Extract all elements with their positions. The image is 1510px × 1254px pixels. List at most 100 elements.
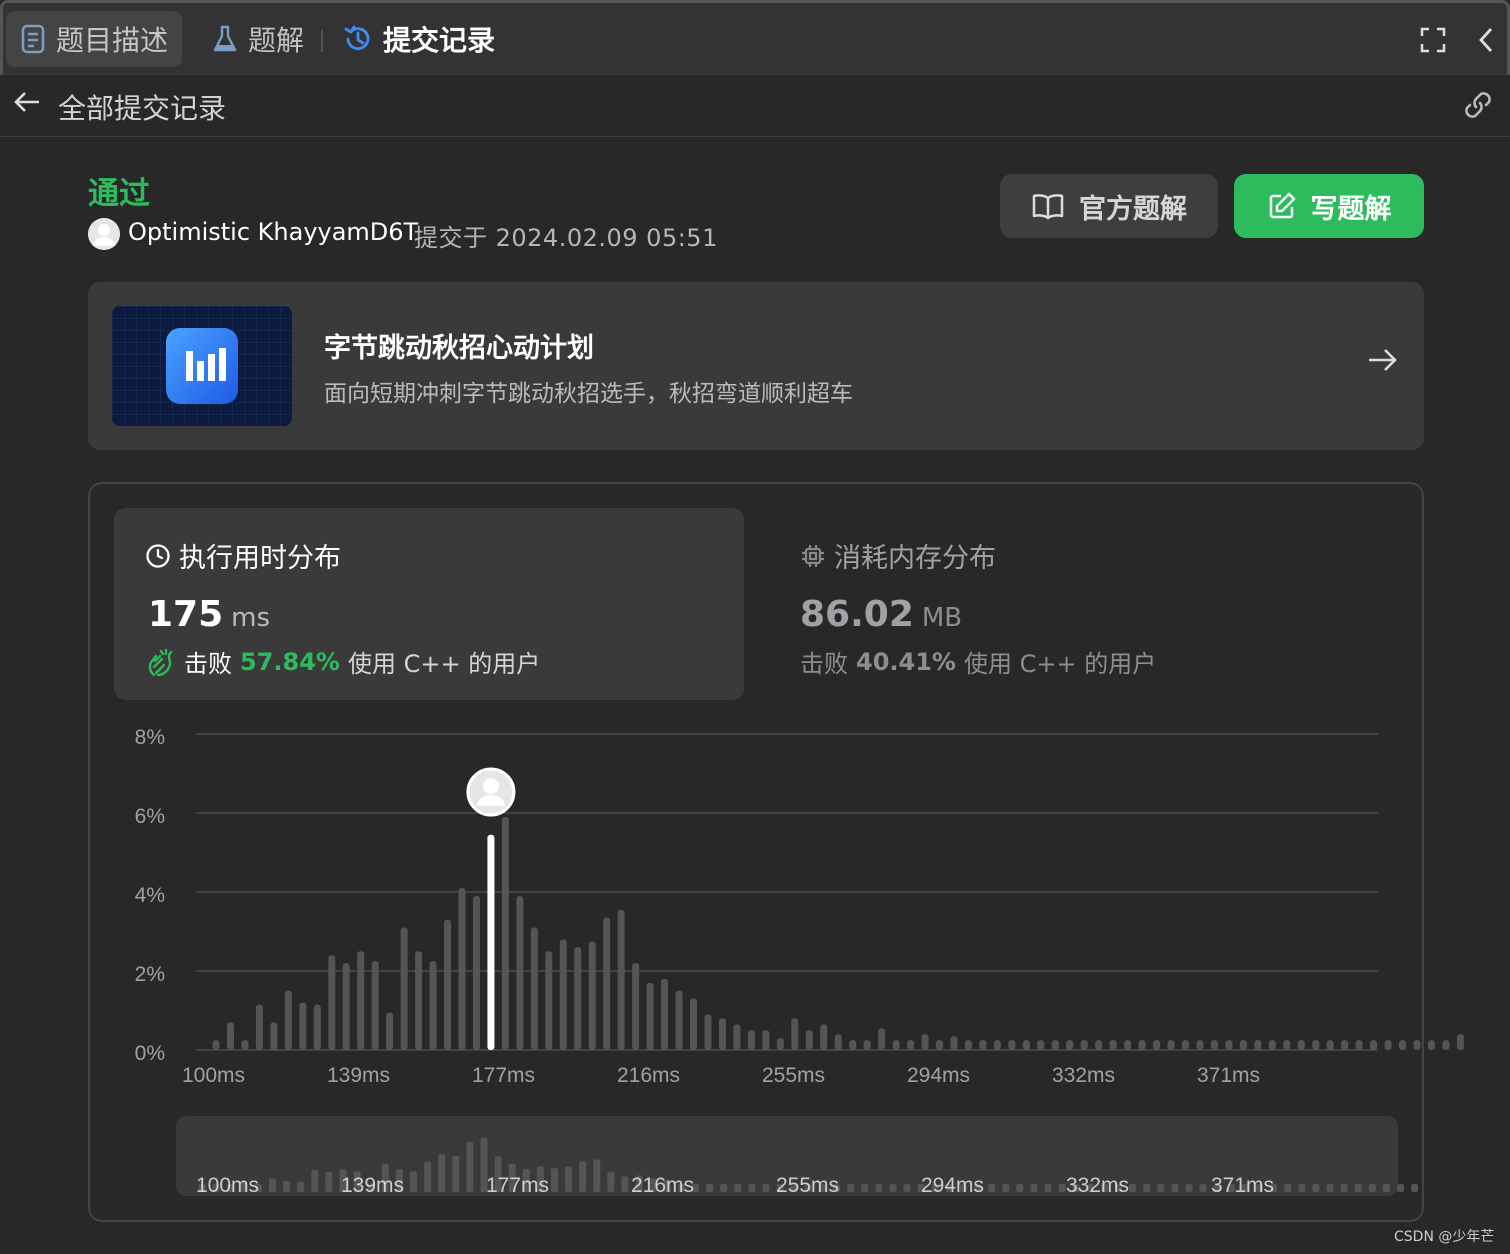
- bar[interactable]: [1399, 1040, 1407, 1050]
- overview-bar: [1129, 1184, 1137, 1192]
- x-tick-label: 332ms: [1052, 1064, 1115, 1087]
- bar[interactable]: [255, 1004, 263, 1050]
- overview-bar: [1157, 1184, 1165, 1192]
- bar[interactable]: [733, 1024, 741, 1050]
- bar[interactable]: [820, 1024, 828, 1050]
- bar[interactable]: [371, 961, 379, 1050]
- bar[interactable]: [400, 927, 408, 1050]
- bar[interactable]: [1080, 1040, 1088, 1050]
- bar[interactable]: [1066, 1040, 1074, 1050]
- bar[interactable]: [1095, 1040, 1103, 1050]
- bar[interactable]: [1037, 1040, 1045, 1050]
- selected-bar[interactable]: [487, 834, 495, 1050]
- bar[interactable]: [328, 955, 336, 1050]
- bar[interactable]: [1355, 1040, 1363, 1050]
- bar[interactable]: [747, 1030, 755, 1050]
- bar[interactable]: [646, 982, 654, 1050]
- overview-bar: [1058, 1184, 1066, 1192]
- bar[interactable]: [1138, 1040, 1146, 1050]
- bar[interactable]: [1283, 1040, 1291, 1050]
- bar[interactable]: [950, 1036, 958, 1050]
- bar[interactable]: [1153, 1040, 1161, 1050]
- bar[interactable]: [530, 927, 538, 1050]
- bar[interactable]: [1196, 1040, 1204, 1050]
- watermark: CSDN @少年芒: [1394, 1229, 1495, 1245]
- bar[interactable]: [313, 1004, 321, 1050]
- bar[interactable]: [241, 1040, 249, 1050]
- bar[interactable]: [299, 1002, 307, 1050]
- bar[interactable]: [1268, 1040, 1276, 1050]
- bar[interactable]: [993, 1040, 1001, 1050]
- x-tick-label: 139ms: [327, 1064, 390, 1087]
- bar[interactable]: [284, 990, 292, 1050]
- bar[interactable]: [574, 947, 582, 1050]
- bar[interactable]: [791, 1018, 799, 1050]
- bar[interactable]: [690, 998, 698, 1050]
- bar[interactable]: [1008, 1040, 1016, 1050]
- bar[interactable]: [762, 1030, 770, 1050]
- bar[interactable]: [603, 917, 611, 1050]
- bar[interactable]: [501, 816, 509, 1050]
- bar[interactable]: [1413, 1040, 1421, 1050]
- bar[interactable]: [1210, 1040, 1218, 1050]
- overview-bar: [1411, 1184, 1419, 1192]
- bar[interactable]: [1254, 1040, 1262, 1050]
- bar[interactable]: [559, 939, 567, 1050]
- bar[interactable]: [849, 1040, 857, 1050]
- bar[interactable]: [892, 1040, 900, 1050]
- bar[interactable]: [212, 1040, 220, 1050]
- bar[interactable]: [776, 1038, 784, 1050]
- bar[interactable]: [545, 951, 553, 1050]
- bar[interactable]: [1167, 1040, 1175, 1050]
- bar[interactable]: [342, 963, 350, 1050]
- bar[interactable]: [805, 1030, 813, 1050]
- bar[interactable]: [1370, 1040, 1378, 1050]
- bar[interactable]: [1297, 1040, 1305, 1050]
- bar[interactable]: [1384, 1040, 1392, 1050]
- bar[interactable]: [1109, 1040, 1117, 1050]
- bar[interactable]: [1181, 1040, 1189, 1050]
- y-tick-label: 2%: [135, 963, 165, 986]
- bar[interactable]: [415, 951, 423, 1050]
- bar[interactable]: [1312, 1040, 1320, 1050]
- bar[interactable]: [936, 1040, 943, 1050]
- overview-bar: [847, 1184, 855, 1192]
- bar[interactable]: [1239, 1040, 1247, 1050]
- bar[interactable]: [226, 1022, 234, 1050]
- bar[interactable]: [1124, 1040, 1132, 1050]
- bar[interactable]: [1225, 1040, 1233, 1050]
- overview-bar: [1397, 1184, 1404, 1192]
- bar[interactable]: [1022, 1040, 1030, 1050]
- bar[interactable]: [921, 1034, 929, 1050]
- bar[interactable]: [907, 1040, 915, 1050]
- bar[interactable]: [1456, 1034, 1464, 1050]
- bar[interactable]: [863, 1040, 871, 1050]
- bar[interactable]: [516, 895, 524, 1050]
- bar[interactable]: [472, 895, 480, 1050]
- bar[interactable]: [429, 961, 437, 1050]
- bar[interactable]: [617, 909, 625, 1050]
- bar[interactable]: [834, 1034, 842, 1050]
- bar[interactable]: [704, 1014, 712, 1050]
- bar[interactable]: [1341, 1040, 1349, 1050]
- bar[interactable]: [878, 1028, 886, 1050]
- bar[interactable]: [458, 888, 466, 1050]
- bar[interactable]: [661, 978, 669, 1050]
- bar[interactable]: [270, 1022, 278, 1050]
- bar[interactable]: [718, 1018, 726, 1050]
- bar[interactable]: [386, 1012, 394, 1050]
- bar[interactable]: [1051, 1040, 1059, 1050]
- bar[interactable]: [1326, 1040, 1334, 1050]
- bar[interactable]: [964, 1040, 972, 1050]
- bar[interactable]: [588, 941, 596, 1050]
- bar[interactable]: [979, 1040, 987, 1050]
- overview-bar: [410, 1171, 417, 1192]
- overview-bar: [903, 1184, 911, 1192]
- bar[interactable]: [1427, 1040, 1435, 1050]
- bar[interactable]: [357, 951, 365, 1050]
- y-tick-label: 0%: [135, 1042, 165, 1065]
- bar[interactable]: [1442, 1040, 1450, 1050]
- bar[interactable]: [444, 919, 452, 1050]
- bar[interactable]: [675, 990, 683, 1050]
- bar[interactable]: [632, 963, 640, 1050]
